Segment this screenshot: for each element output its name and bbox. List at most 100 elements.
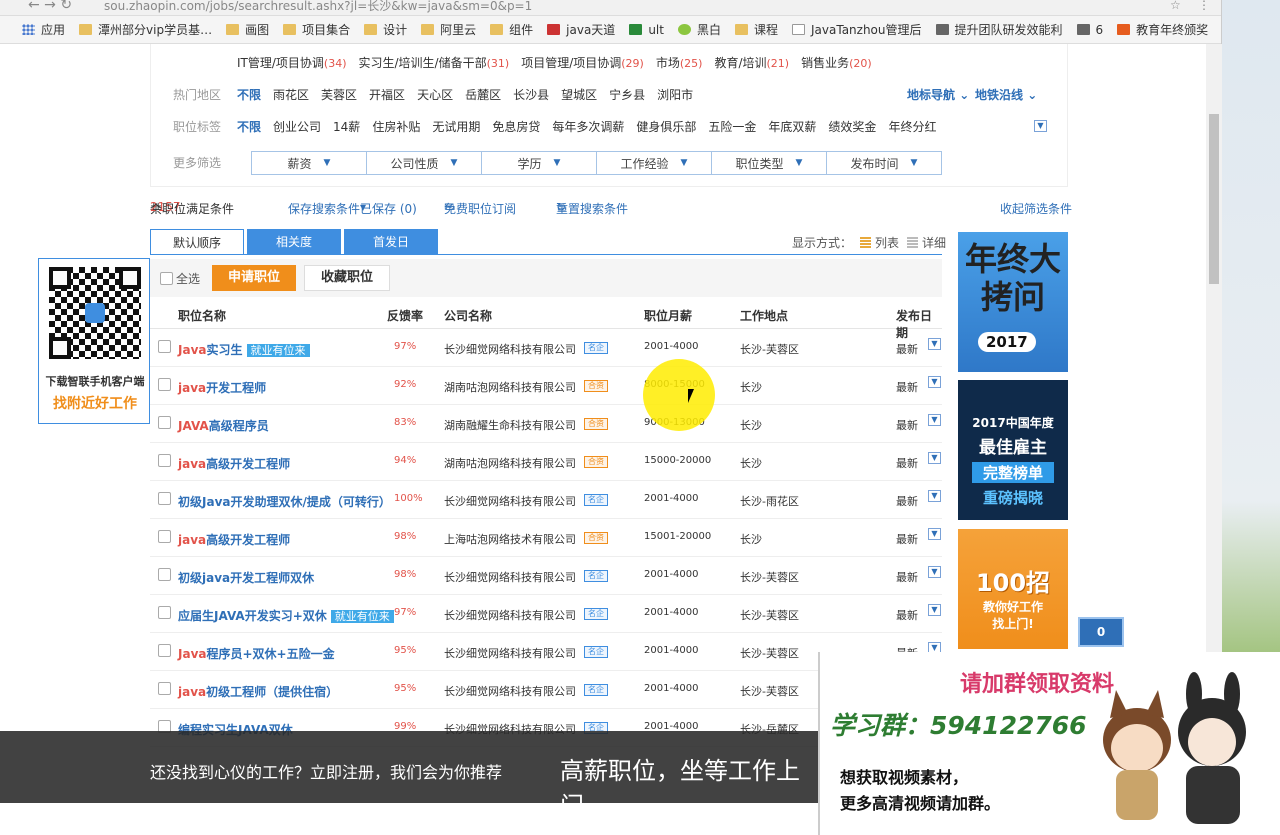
job-row[interactable]: java高级开发工程师 94% 湖南咕泡网络科技有限公司 合资 15000-20000 长… <box>150 443 942 481</box>
row-checkbox[interactable] <box>158 492 171 505</box>
expand-row-icon[interactable]: ▼ <box>928 528 941 540</box>
industry-filter-item[interactable]: 项目管理/项目协调(29) <box>521 54 644 71</box>
industry-filter-item[interactable]: 教育/培训(21) <box>714 54 789 71</box>
tag-filter-item[interactable]: 年终分红 <box>888 118 936 135</box>
job-title-link[interactable]: 初级Java开发助理双休/提成（可转行） <box>178 493 391 510</box>
company-link[interactable]: 长沙细觉网络科技有限公司 <box>444 645 576 661</box>
job-row[interactable]: 初级Java开发助理双休/提成（可转行） 100% 长沙细觉网络科技有限公司 名企 20… <box>150 481 942 519</box>
save-search-link[interactable]: 保存搜索条件 <box>288 200 360 217</box>
job-row[interactable]: JAVA高级程序员83%湖南融耀生命科技有限公司合资9000-13000长沙最新… <box>150 405 942 443</box>
filter-dropdown[interactable]: 工作经验 ▼ <box>597 152 712 174</box>
bookmark-item[interactable]: java天道 <box>547 21 615 38</box>
job-title-link[interactable]: 初级java开发工程师双休 <box>178 569 314 586</box>
detail-view-icon[interactable] <box>907 237 919 248</box>
area-filter-item[interactable]: 开福区 <box>369 86 405 103</box>
bookmark-item[interactable]: 潭州部分vip学员基… <box>79 21 212 38</box>
company-link[interactable]: 长沙细觉网络科技有限公司 <box>444 341 576 357</box>
company-link[interactable]: 长沙细觉网络科技有限公司 <box>444 493 576 509</box>
sort-tab[interactable]: 相关度 <box>247 229 341 255</box>
row-checkbox[interactable] <box>158 416 171 429</box>
detail-view-button[interactable]: 详细 <box>922 234 946 251</box>
list-view-button[interactable]: 列表 <box>875 234 899 251</box>
back-forward-icon[interactable]: ← → ↻ <box>28 0 72 13</box>
scrollbar-thumb[interactable] <box>1209 114 1219 284</box>
area-filter-item[interactable]: 望城区 <box>561 86 597 103</box>
bookmark-star-icon[interactable]: ☆ <box>1170 0 1181 12</box>
row-checkbox[interactable] <box>158 340 171 353</box>
company-link[interactable]: 湖南融耀生命科技有限公司 <box>444 417 576 433</box>
row-checkbox[interactable] <box>158 378 171 391</box>
company-link[interactable]: 长沙细觉网络科技有限公司 <box>444 569 576 585</box>
industry-filter-item[interactable]: IT管理/项目协调(34) <box>237 54 347 71</box>
bookmark-item[interactable]: 提升团队研发效能利 <box>935 21 1063 38</box>
area-filter-item[interactable]: 长沙县 <box>513 86 549 103</box>
expand-row-icon[interactable]: ▼ <box>928 452 941 464</box>
job-title-link[interactable]: JAVA高级程序员 <box>178 417 269 434</box>
row-checkbox[interactable] <box>158 644 171 657</box>
job-title-link[interactable]: 应届生JAVA开发实习+双休 就业有位来 <box>178 607 394 624</box>
bookmark-item[interactable]: 黑白 <box>677 21 721 38</box>
bookmark-item[interactable]: 课程 <box>734 21 778 38</box>
company-link[interactable]: 湖南咕泡网络科技有限公司 <box>444 379 576 395</box>
area-filter-item[interactable]: 浏阳市 <box>657 86 693 103</box>
row-checkbox[interactable] <box>158 682 171 695</box>
job-title-link[interactable]: java初级工程师（提供住宿） <box>178 683 338 700</box>
area-filter-item[interactable]: 不限 <box>237 86 261 103</box>
tag-filter-item[interactable]: 每年多次调薪 <box>552 118 624 135</box>
expand-row-icon[interactable]: ▼ <box>928 376 941 388</box>
bookmark-item[interactable]: ult <box>629 23 664 37</box>
tag-filter-item[interactable]: 无试用期 <box>432 118 480 135</box>
job-title-link[interactable]: java高级开发工程师 <box>178 531 290 548</box>
expand-row-icon[interactable]: ▼ <box>928 414 941 426</box>
bookmark-item[interactable]: 应用 <box>22 21 65 38</box>
industry-filter-item[interactable]: 市场(25) <box>656 54 703 71</box>
bookmark-item[interactable]: 教育年终颁奖 <box>1117 21 1208 38</box>
ad-year-end[interactable]: 年终大拷问 2017 <box>958 232 1068 372</box>
collapse-filters-link[interactable]: 收起筛选条件 <box>1000 200 1072 217</box>
area-filter-item[interactable]: 宁乡县 <box>609 86 645 103</box>
company-link[interactable]: 长沙细觉网络科技有限公司 <box>444 607 576 623</box>
metro-nav-link[interactable]: 地铁沿线 ⌄ <box>975 86 1037 103</box>
job-row[interactable]: java高级开发工程师 98% 上海咕泡网络技术有限公司 合资 15001-20000 长… <box>150 519 942 557</box>
job-row[interactable]: 初级java开发工程师双休 98% 长沙细觉网络科技有限公司 名企 2001-4000 长… <box>150 557 942 595</box>
industry-filter-item[interactable]: 销售业务(20) <box>801 54 872 71</box>
area-filter-item[interactable]: 岳麓区 <box>465 86 501 103</box>
filter-dropdown[interactable]: 发布时间 ▼ <box>827 152 941 174</box>
feedback-counter[interactable]: 0 <box>1078 617 1124 647</box>
list-view-icon[interactable] <box>860 237 872 248</box>
tag-filter-item[interactable]: 14薪 <box>333 118 360 135</box>
job-title-link[interactable]: Java程序员+双休+五险一金 <box>178 645 335 662</box>
filter-dropdown[interactable]: 公司性质 ▼ <box>367 152 482 174</box>
job-title-link[interactable]: Java实习生 就业有位来 <box>178 341 310 358</box>
address-bar[interactable]: ← → ↻ sou.zhaopin.com/jobs/searchresult.… <box>0 0 1221 16</box>
row-checkbox[interactable] <box>158 568 171 581</box>
row-checkbox[interactable] <box>158 606 171 619</box>
job-title-link[interactable]: java高级开发工程师 <box>178 455 290 472</box>
expand-row-icon[interactable]: ▼ <box>928 566 941 578</box>
checkbox[interactable] <box>160 271 173 285</box>
ad-100-tips[interactable]: 100招 教你好工作 找上门! <box>958 529 1068 649</box>
filter-dropdown[interactable]: 职位类型 ▼ <box>712 152 827 174</box>
expand-row-icon[interactable]: ▼ <box>928 604 941 616</box>
company-link[interactable]: 上海咕泡网络技术有限公司 <box>444 531 576 547</box>
company-link[interactable]: 湖南咕泡网络科技有限公司 <box>444 455 576 471</box>
tag-filter-item[interactable]: 年底双薪 <box>768 118 816 135</box>
area-filter-item[interactable]: 芙蓉区 <box>321 86 357 103</box>
tag-filter-item[interactable]: 住房补贴 <box>372 118 420 135</box>
landmark-nav-link[interactable]: 地标导航 ⌄ <box>907 86 969 103</box>
area-filter-item[interactable]: 天心区 <box>417 86 453 103</box>
job-row[interactable]: Java实习生 就业有位来 97% 长沙细觉网络科技有限公司 名企 2001-4000 长沙… <box>150 329 942 367</box>
favorite-job-button[interactable]: 收藏职位 <box>304 265 391 291</box>
select-all-checkbox[interactable]: 全选 <box>160 270 200 287</box>
sort-tab[interactable]: 默认顺序 <box>150 229 244 255</box>
apply-job-button[interactable]: 申请职位 <box>212 265 297 291</box>
tag-filter-item[interactable]: 免息房贷 <box>492 118 540 135</box>
bookmark-item[interactable]: 设计 <box>364 21 407 38</box>
tag-filter-item[interactable]: 不限 <box>237 118 261 135</box>
tag-filter-item[interactable]: 五险一金 <box>708 118 756 135</box>
ad-best-employer[interactable]: 2017中国年度 最佳雇主 完整榜单 重磅揭晓 <box>958 380 1068 520</box>
expand-tags-button[interactable]: ▼ <box>1034 120 1047 132</box>
app-download-card[interactable]: 下载智联手机客户端 找附近好工作 <box>38 258 150 424</box>
job-row[interactable]: java开发工程师92%湖南咕泡网络科技有限公司合资8000-15000长沙最新… <box>150 367 942 405</box>
tag-filter-item[interactable]: 创业公司 <box>273 118 321 135</box>
